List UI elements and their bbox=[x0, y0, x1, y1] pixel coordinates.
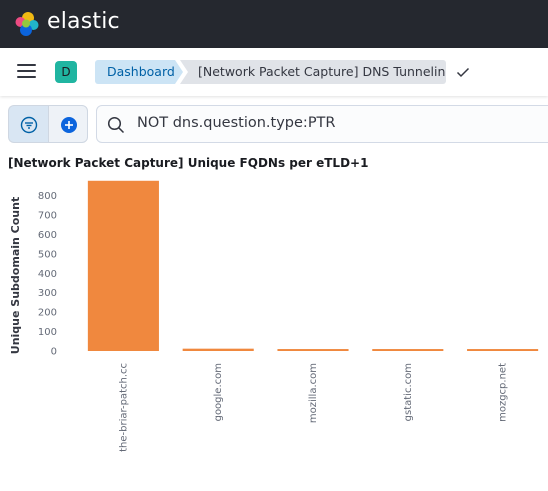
y-tick-label: 800 bbox=[38, 191, 57, 202]
x-tick-label: mozgcp.net bbox=[498, 363, 509, 422]
elastic-logo-icon[interactable] bbox=[14, 11, 40, 37]
bar-mozgcp.net bbox=[467, 349, 539, 351]
x-tick-label: the-briar-patch.cc bbox=[118, 363, 129, 452]
add-filter-button[interactable] bbox=[48, 105, 88, 143]
y-axis-label: Unique Subdomain Count bbox=[9, 197, 22, 354]
search-input[interactable]: NOT dns.question.type:PTR bbox=[96, 105, 548, 143]
y-tick-label: 400 bbox=[38, 269, 57, 280]
y-tick-label: 0 bbox=[51, 347, 57, 358]
space-avatar[interactable]: D bbox=[55, 61, 77, 83]
search-icon bbox=[107, 116, 125, 134]
bar-the-briar-patch.cc bbox=[87, 180, 159, 351]
x-tick-label: gstatic.com bbox=[403, 363, 414, 421]
app-header: elastic bbox=[0, 0, 548, 48]
y-tick-label: 600 bbox=[38, 230, 57, 241]
breadcrumb-current-dashboard: [Network Packet Capture] DNS Tunneling bbox=[180, 60, 446, 84]
brand-name[interactable]: elastic bbox=[47, 9, 120, 34]
y-tick-label: 200 bbox=[38, 308, 57, 319]
y-tick-label: 700 bbox=[38, 210, 57, 221]
bar-google.com bbox=[182, 348, 254, 351]
bar-chart: Unique Subdomain Count 0 100 200 300 400 500 60… bbox=[9, 180, 539, 452]
y-tick-label: 100 bbox=[38, 327, 57, 338]
filter-options-button[interactable] bbox=[8, 105, 48, 143]
y-tick-label: 300 bbox=[38, 288, 57, 299]
filter-icon bbox=[20, 116, 38, 134]
plus-circle-icon bbox=[61, 117, 77, 133]
panel-title: [Network Packet Capture] Unique FQDNs pe… bbox=[8, 156, 369, 170]
hamburger-menu-icon[interactable] bbox=[17, 64, 36, 78]
bar-gstatic.com bbox=[372, 349, 444, 351]
x-tick-label: google.com bbox=[213, 363, 224, 421]
x-tick-label: mozilla.com bbox=[308, 363, 319, 423]
check-icon[interactable] bbox=[455, 64, 471, 80]
query-text[interactable]: NOT dns.question.type:PTR bbox=[137, 115, 336, 131]
breadcrumb-dashboard[interactable]: Dashboard bbox=[95, 60, 183, 84]
bar-mozilla.com bbox=[277, 349, 349, 351]
y-tick-label: 500 bbox=[38, 249, 57, 260]
